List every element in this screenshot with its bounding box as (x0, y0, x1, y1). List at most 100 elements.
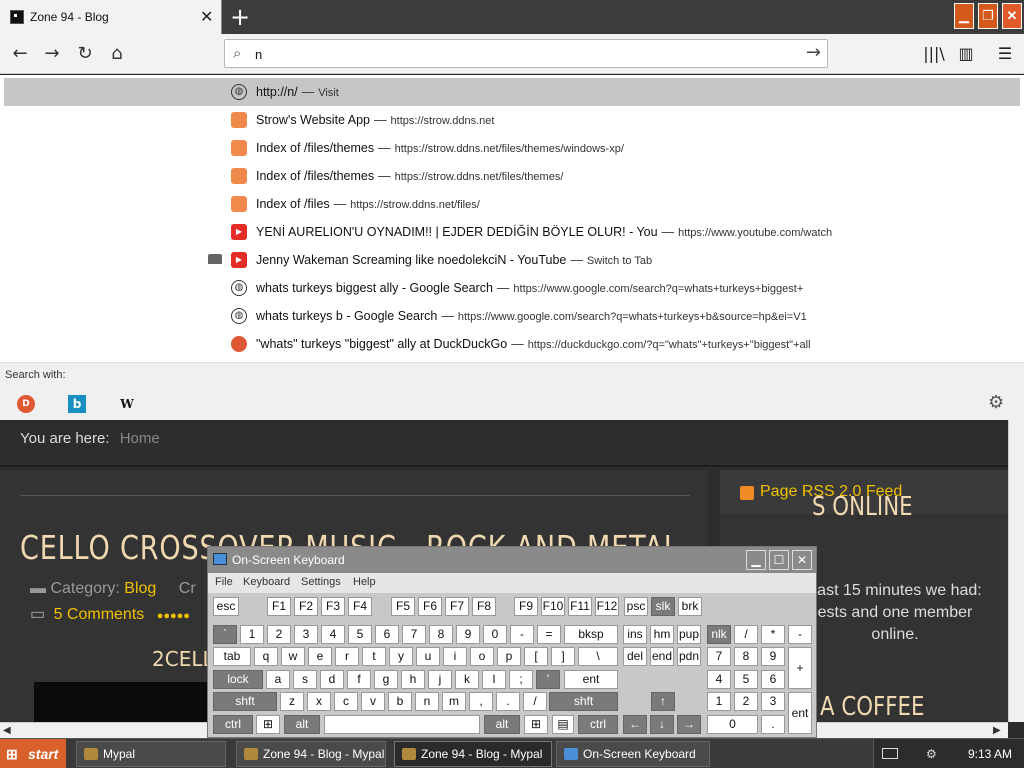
osk-key-pdn[interactable]: pdn (677, 647, 701, 666)
osk-key-pup[interactable]: pup (677, 625, 701, 644)
osk-key-np2[interactable]: 2 (734, 692, 758, 711)
scroll-right-icon[interactable]: ▶ (993, 725, 1001, 736)
tab-zone94-blog[interactable]: Zone 94 - Blog ✕ (0, 0, 222, 34)
osk-key-space[interactable] (324, 715, 480, 734)
osk-key-m[interactable]: m (442, 692, 466, 711)
osk-titlebar[interactable]: On-Screen Keyboard ▁ ☐ ✕ (208, 547, 816, 573)
osk-key-brk[interactable]: brk (678, 597, 702, 616)
start-button[interactable]: ⊞ start (0, 739, 66, 768)
osk-maximize-button[interactable]: ☐ (769, 550, 789, 570)
osk-key-w[interactable]: w (281, 647, 305, 666)
suggestion-row[interactable]: Index of /files — https://strow.ddns.net/f… (4, 190, 1020, 218)
osk-key-g[interactable]: g (374, 670, 398, 689)
osk-key-npdot[interactable]: . (761, 715, 785, 734)
suggestion-row[interactable]: Strow's Website App — https://strow.ddns.n… (4, 106, 1020, 134)
osk-key-psc[interactable]: psc (624, 597, 648, 616)
suggestion-row[interactable]: ◍ whats turkeys b - Google Search — https:/… (4, 302, 1020, 330)
osk-key-l[interactable]: l (482, 670, 506, 689)
osk-key-h[interactable]: h (401, 670, 425, 689)
osk-key-d[interactable]: d (320, 670, 344, 689)
osk-minimize-button[interactable]: ▁ (746, 550, 766, 570)
osk-key-lbr[interactable]: [ (524, 647, 548, 666)
home-button[interactable]: ⌂ (105, 42, 129, 66)
minimize-button[interactable]: ▁ (954, 3, 974, 29)
suggestion-row[interactable]: ▶ YENİ AURELION'U OYNADIM!! | EJDER DEDİĞ… (4, 218, 1020, 246)
suggestion-row[interactable]: "whats" turkeys "biggest" ally at DuckDu… (4, 330, 1020, 358)
osk-close-button[interactable]: ✕ (792, 550, 812, 570)
search-settings-gear-icon[interactable]: ⚙ (988, 392, 1004, 413)
osk-key-bslash[interactable]: \ (578, 647, 618, 666)
osk-key-equals[interactable]: = (537, 625, 561, 644)
osk-key-npent[interactable]: ent (788, 692, 812, 734)
osk-menu-keyboard[interactable]: Keyboard (243, 576, 290, 588)
new-tab-button[interactable]: + (230, 3, 250, 31)
osk-key-n6[interactable]: 6 (375, 625, 399, 644)
osk-key-quote[interactable]: ' (536, 670, 560, 689)
taskbar-item-osk[interactable]: On-Screen Keyboard (556, 741, 710, 767)
osk-key-hm[interactable]: hm (650, 625, 674, 644)
osk-key-j[interactable]: j (428, 670, 452, 689)
osk-key-alt[interactable]: alt (284, 715, 320, 734)
osk-key-ctrl[interactable]: ctrl (578, 715, 618, 734)
osk-key-np3[interactable]: 3 (761, 692, 785, 711)
osk-key-n4[interactable]: 4 (321, 625, 345, 644)
osk-key-n0[interactable]: 0 (483, 625, 507, 644)
article-comments[interactable]: ▭ 5 Comments ●●●●● (30, 604, 190, 624)
osk-key-f3[interactable]: F3 (321, 597, 345, 616)
osk-key-f2[interactable]: F2 (294, 597, 318, 616)
taskbar-item-zone94-2[interactable]: Zone 94 - Blog - Mypal (394, 741, 552, 767)
suggestion-row[interactable]: Index of /files/themes — https://strow.ddn… (4, 162, 1020, 190)
osk-key-f7[interactable]: F7 (445, 597, 469, 616)
osk-key-f4[interactable]: F4 (348, 597, 372, 616)
osk-key-z[interactable]: z (280, 692, 304, 711)
osk-key-slash[interactable]: / (734, 625, 758, 644)
url-input[interactable] (255, 45, 795, 63)
bing-engine-icon[interactable]: b (68, 395, 86, 413)
osk-key-left[interactable]: ← (623, 715, 647, 734)
osk-key-star[interactable]: * (761, 625, 785, 644)
osk-key-slk[interactable]: slk (651, 597, 675, 616)
osk-key-np6[interactable]: 6 (761, 670, 785, 689)
taskbar-item-mypal[interactable]: Mypal (76, 741, 226, 767)
osk-key-q[interactable]: q (254, 647, 278, 666)
close-window-button[interactable]: ✕ (1002, 3, 1022, 29)
osk-key-ctrl[interactable]: ctrl (213, 715, 253, 734)
osk-key-fslash[interactable]: / (523, 692, 547, 711)
osk-key-win[interactable]: ⊞ (524, 715, 548, 734)
osk-key-f11[interactable]: F11 (568, 597, 592, 616)
osk-key-f10[interactable]: F10 (541, 597, 565, 616)
osk-key-u[interactable]: u (416, 647, 440, 666)
url-bar[interactable]: ⌕ → (224, 39, 828, 68)
osk-key-minus[interactable]: - (510, 625, 534, 644)
suggestion-row[interactable]: ◍ http://n/— Visit (4, 78, 1020, 106)
osk-key-np1[interactable]: 1 (707, 692, 731, 711)
osk-menu-settings[interactable]: Settings (301, 576, 341, 588)
osk-key-menu[interactable]: ▤ (552, 715, 574, 734)
osk-key-n3[interactable]: 3 (294, 625, 318, 644)
osk-key-npminus[interactable]: - (788, 625, 812, 644)
osk-key-f1[interactable]: F1 (267, 597, 291, 616)
tray-keyboard-icon[interactable] (882, 748, 898, 759)
reload-button[interactable]: ↻ (73, 42, 97, 66)
osk-key-tab[interactable]: tab (213, 647, 251, 666)
osk-key-a[interactable]: a (266, 670, 290, 689)
osk-key-f6[interactable]: F6 (418, 597, 442, 616)
osk-key-np8[interactable]: 8 (734, 647, 758, 666)
osk-key-rbr[interactable]: ] (551, 647, 575, 666)
osk-menu-help[interactable]: Help (353, 576, 376, 588)
close-tab-icon[interactable]: ✕ (200, 7, 213, 27)
osk-key-np4[interactable]: 4 (707, 670, 731, 689)
osk-key-p[interactable]: p (497, 647, 521, 666)
osk-key-f9[interactable]: F9 (514, 597, 538, 616)
vertical-scrollbar[interactable] (1008, 420, 1024, 722)
osk-key-npplus[interactable]: + (788, 647, 812, 689)
osk-key-n[interactable]: n (415, 692, 439, 711)
osk-key-down[interactable]: ↓ (650, 715, 674, 734)
osk-key-end[interactable]: end (650, 647, 674, 666)
suggestion-row[interactable]: ◍ whats turkeys biggest ally - Google Sea… (4, 274, 1020, 302)
osk-key-y[interactable]: y (389, 647, 413, 666)
osk-key-shft[interactable]: shft (213, 692, 277, 711)
osk-key-period[interactable]: . (496, 692, 520, 711)
osk-key-t[interactable]: t (362, 647, 386, 666)
osk-key-win[interactable]: ⊞ (256, 715, 280, 734)
